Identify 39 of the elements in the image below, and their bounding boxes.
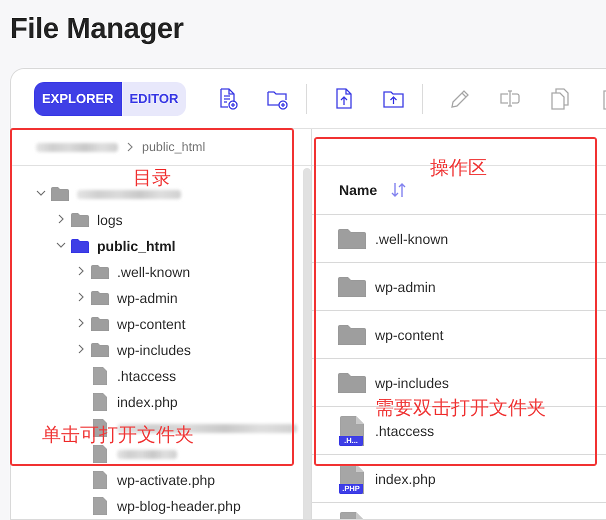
tree-item[interactable]: logs (97, 212, 123, 228)
file-name[interactable]: wp-includes (375, 374, 449, 390)
sort-icon[interactable] (391, 181, 406, 199)
tree-item[interactable]: wp-blog-header.php (117, 498, 241, 514)
chevron-icon[interactable] (76, 266, 86, 276)
tree-item[interactable]: index.php (117, 394, 178, 410)
tree-item[interactable]: public_html (97, 238, 176, 254)
chevron-icon[interactable] (56, 214, 66, 224)
chevron-icon[interactable] (76, 318, 86, 328)
page-title: File Manager (10, 12, 185, 46)
column-header[interactable]: Name (339, 182, 378, 198)
annotation-note: 单击可打开文件夹 (42, 424, 194, 446)
chevron-icon[interactable] (76, 344, 86, 354)
chevron-icon[interactable] (76, 292, 86, 302)
file-name[interactable]: wp-admin (375, 278, 436, 294)
scrollbar[interactable] (303, 168, 311, 519)
chevron-icon[interactable] (56, 240, 66, 250)
folder-icon (338, 228, 366, 248)
annotation-label: 操作区 (430, 157, 487, 179)
file-name[interactable]: .well-known (375, 230, 448, 246)
tree-item[interactable]: .htaccess (117, 368, 176, 384)
chevron-icon[interactable] (36, 188, 46, 198)
chevron-icon (126, 142, 134, 152)
mode-tab[interactable]: EDITOR (122, 82, 186, 116)
tree-item[interactable]: wp-activate.php (117, 472, 216, 488)
annotation-label: 目录 (133, 167, 171, 189)
annotation-note: 需要双击打开文件夹 (375, 397, 546, 419)
tree-item[interactable]: wp-admin (117, 290, 178, 306)
folder-icon (338, 276, 366, 296)
tree-item[interactable]: wp-includes (117, 342, 191, 358)
file-name[interactable]: .htaccess (375, 422, 434, 438)
file-name[interactable]: wp-content (375, 326, 444, 342)
folder-icon (338, 324, 366, 344)
breadcrumb-link[interactable]: public_html (142, 140, 206, 154)
tree-item[interactable]: .well-known (117, 264, 190, 280)
tree-item[interactable]: wp-content (117, 316, 186, 332)
file-name[interactable]: index.php (375, 470, 436, 486)
mode-tab[interactable]: EXPLORER (34, 82, 122, 116)
folder-icon (338, 372, 366, 392)
